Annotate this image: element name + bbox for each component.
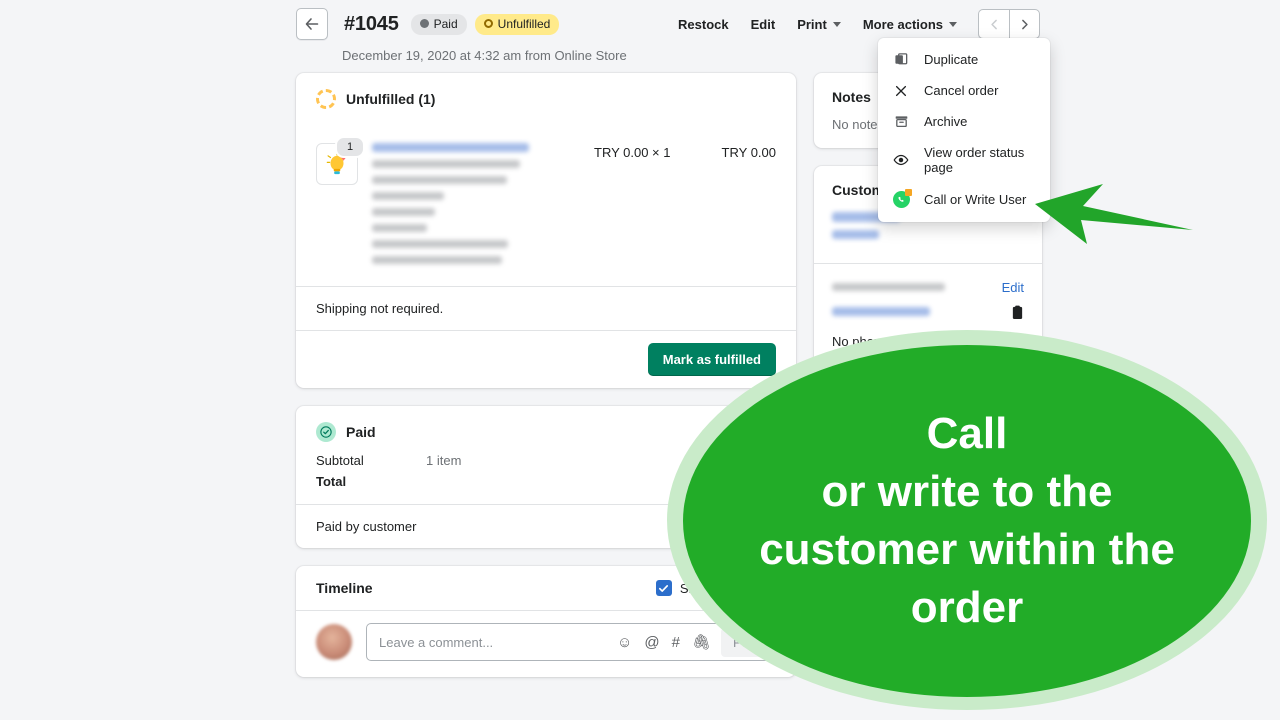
archive-icon [892, 114, 910, 129]
whatsapp-icon [892, 189, 912, 208]
edit-contact-link[interactable]: Edit [1002, 280, 1024, 295]
product-title-redacted[interactable] [372, 143, 529, 152]
variant-line-redacted [372, 208, 435, 216]
edit-button[interactable]: Edit [740, 10, 787, 39]
filled-dot-icon [419, 19, 429, 28]
hashtag-icon[interactable]: # [672, 635, 680, 650]
variant-line-redacted [372, 256, 502, 264]
comment-box[interactable]: ☺ @ # 🖇 Post [366, 623, 776, 661]
mention-icon[interactable]: @ [644, 635, 659, 650]
badge-label: Paid [433, 16, 458, 31]
notification-badge-icon [904, 189, 912, 196]
status-badge-unfulfilled: Unfulfilled [474, 13, 560, 35]
print-button[interactable]: Print [786, 10, 852, 39]
quantity-badge: 1 [335, 136, 365, 158]
timeline-title: Timeline [316, 580, 373, 596]
arrow-left-icon [305, 18, 319, 30]
customer-order-count-redacted [832, 230, 879, 239]
checkbox-icon[interactable] [655, 580, 672, 596]
back-button[interactable] [296, 8, 328, 40]
line-item: 1 TRY 0.00 × 1 TRY 0.00 [296, 136, 796, 272]
variant-line-redacted [372, 224, 427, 232]
callout-bubble: Call or write to the customer within the… [683, 345, 1251, 697]
line-item-unit-price: TRY 0.00 × 1 [594, 145, 671, 160]
header-actions: Restock Edit Print More actions [667, 9, 1040, 39]
menu-item-cancel-order[interactable]: Cancel order [878, 75, 1050, 106]
variant-line-redacted [372, 192, 444, 200]
menu-item-duplicate[interactable]: Duplicate [878, 44, 1050, 75]
order-detail-page: #1045 Paid Unfulfilled Restock Edit Prin… [0, 0, 1280, 720]
variant-line-redacted [372, 240, 508, 248]
menu-item-label: Duplicate [924, 52, 979, 67]
avatar [316, 624, 352, 660]
variant-line-redacted [372, 176, 507, 184]
shipping-note: Shipping not required. [316, 301, 444, 316]
menu-item-label: Cancel order [924, 83, 999, 98]
menu-item-archive[interactable]: Archive [878, 106, 1050, 137]
badge-label: Unfulfilled [497, 16, 551, 31]
variant-line-redacted [372, 160, 520, 168]
previous-order-button[interactable] [978, 9, 1009, 39]
duplicate-icon [892, 52, 910, 67]
next-order-button[interactable] [1009, 9, 1040, 39]
clipboard-icon[interactable] [1011, 305, 1024, 320]
menu-item-label: Archive [924, 114, 968, 129]
chevron-right-icon [1022, 19, 1028, 29]
pointer-arrow [1035, 184, 1193, 244]
contact-information-label-redacted [832, 283, 945, 291]
emoji-icon[interactable]: ☺ [617, 635, 632, 650]
restock-button[interactable]: Restock [667, 10, 740, 39]
menu-item-label: Call or Write User [924, 192, 1027, 207]
more-actions-button[interactable]: More actions [852, 10, 968, 39]
unfulfilled-circle-icon [316, 89, 336, 109]
callout-text: Call or write to the customer within the… [759, 408, 1175, 633]
comment-input[interactable] [367, 634, 618, 650]
menu-item-label: View order status page [924, 145, 1025, 175]
paid-check-icon [316, 422, 336, 442]
attachment-icon[interactable]: 🖇 [692, 635, 711, 650]
line-item-total: TRY 0.00 [721, 145, 776, 160]
chevron-down-icon [949, 21, 957, 27]
close-x-icon [892, 84, 910, 98]
chevron-down-icon [832, 21, 841, 27]
mark-as-fulfilled-button[interactable]: Mark as fulfilled [647, 343, 776, 376]
ring-dot-icon [483, 19, 493, 28]
chevron-left-icon [990, 19, 997, 29]
pagination [978, 9, 1040, 39]
line-item-details [372, 143, 594, 272]
eye-icon [892, 152, 910, 168]
page-title: #1045 [344, 12, 399, 35]
fulfillment-title: Unfulfilled (1) [346, 91, 436, 107]
fulfillment-title-row: Unfulfilled (1) [316, 89, 776, 109]
fulfillment-card: Unfulfilled (1) 1 TRY 0.00 × 1 TRY 0.00 … [296, 73, 796, 388]
status-badge-paid: Paid [410, 13, 467, 35]
customer-email-redacted[interactable] [832, 307, 930, 316]
payment-title: Paid [346, 424, 376, 440]
